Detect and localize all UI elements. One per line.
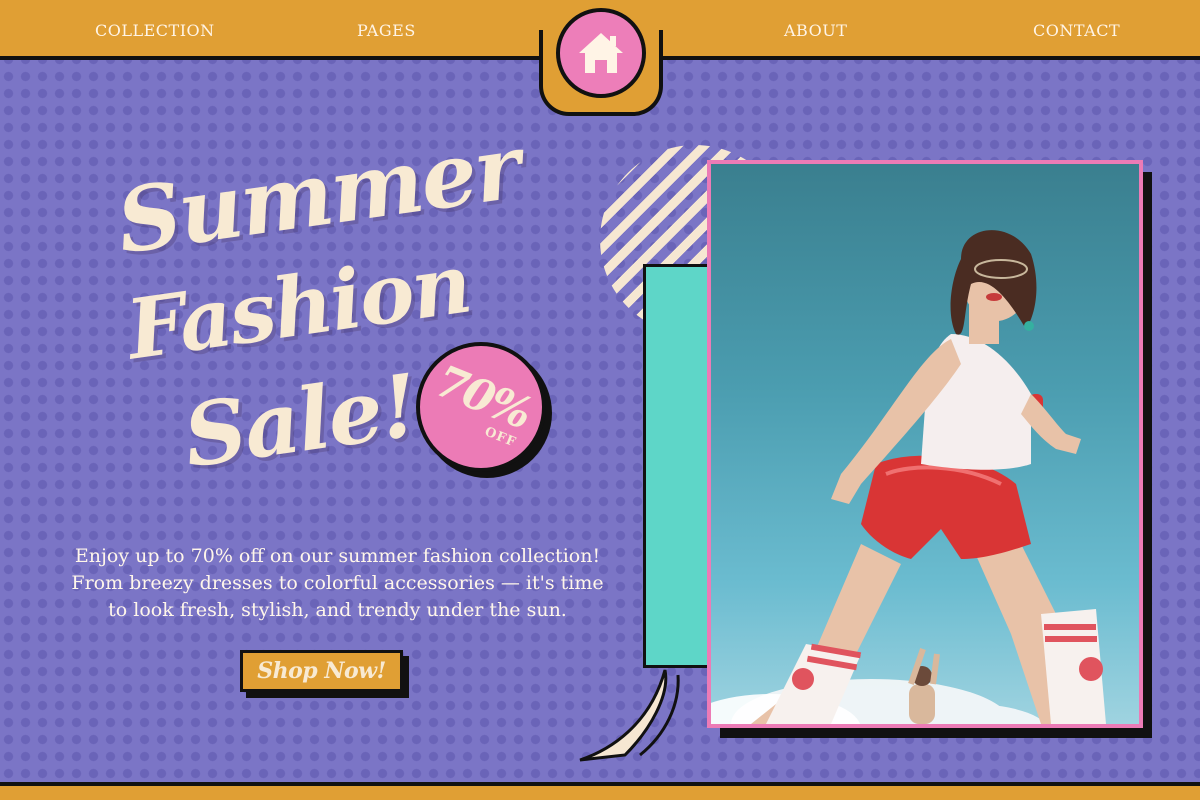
- description-line-1: Enjoy up to 70% off on our summer fashio…: [74, 545, 601, 567]
- nav-link-contact[interactable]: CONTACT: [1033, 21, 1120, 40]
- description-line-2: From breezy dresses to colorful accessor…: [71, 572, 604, 594]
- nav-link-about[interactable]: ABOUT: [784, 21, 847, 40]
- description-line-3: to look fresh, stylish, and trendy under…: [108, 599, 567, 621]
- discount-badge: 70% OFF: [416, 342, 546, 472]
- hero-description: Enjoy up to 70% off on our summer fashio…: [45, 543, 630, 624]
- home-button[interactable]: [556, 8, 646, 98]
- nav-link-pages[interactable]: PAGES: [357, 21, 416, 40]
- hero-title-line3: Sale!: [177, 355, 423, 488]
- swoosh-decoration: [579, 669, 680, 762]
- home-icon: [579, 33, 623, 73]
- nav-link-collection[interactable]: COLLECTION: [95, 21, 215, 40]
- shop-now-button[interactable]: Shop Now!: [240, 650, 403, 692]
- model-photo: [707, 160, 1143, 728]
- discount-percent: 70%: [428, 355, 538, 440]
- bottom-bar: [0, 782, 1200, 800]
- model-illustration: [711, 230, 1106, 724]
- teal-panel-decoration: [643, 264, 715, 668]
